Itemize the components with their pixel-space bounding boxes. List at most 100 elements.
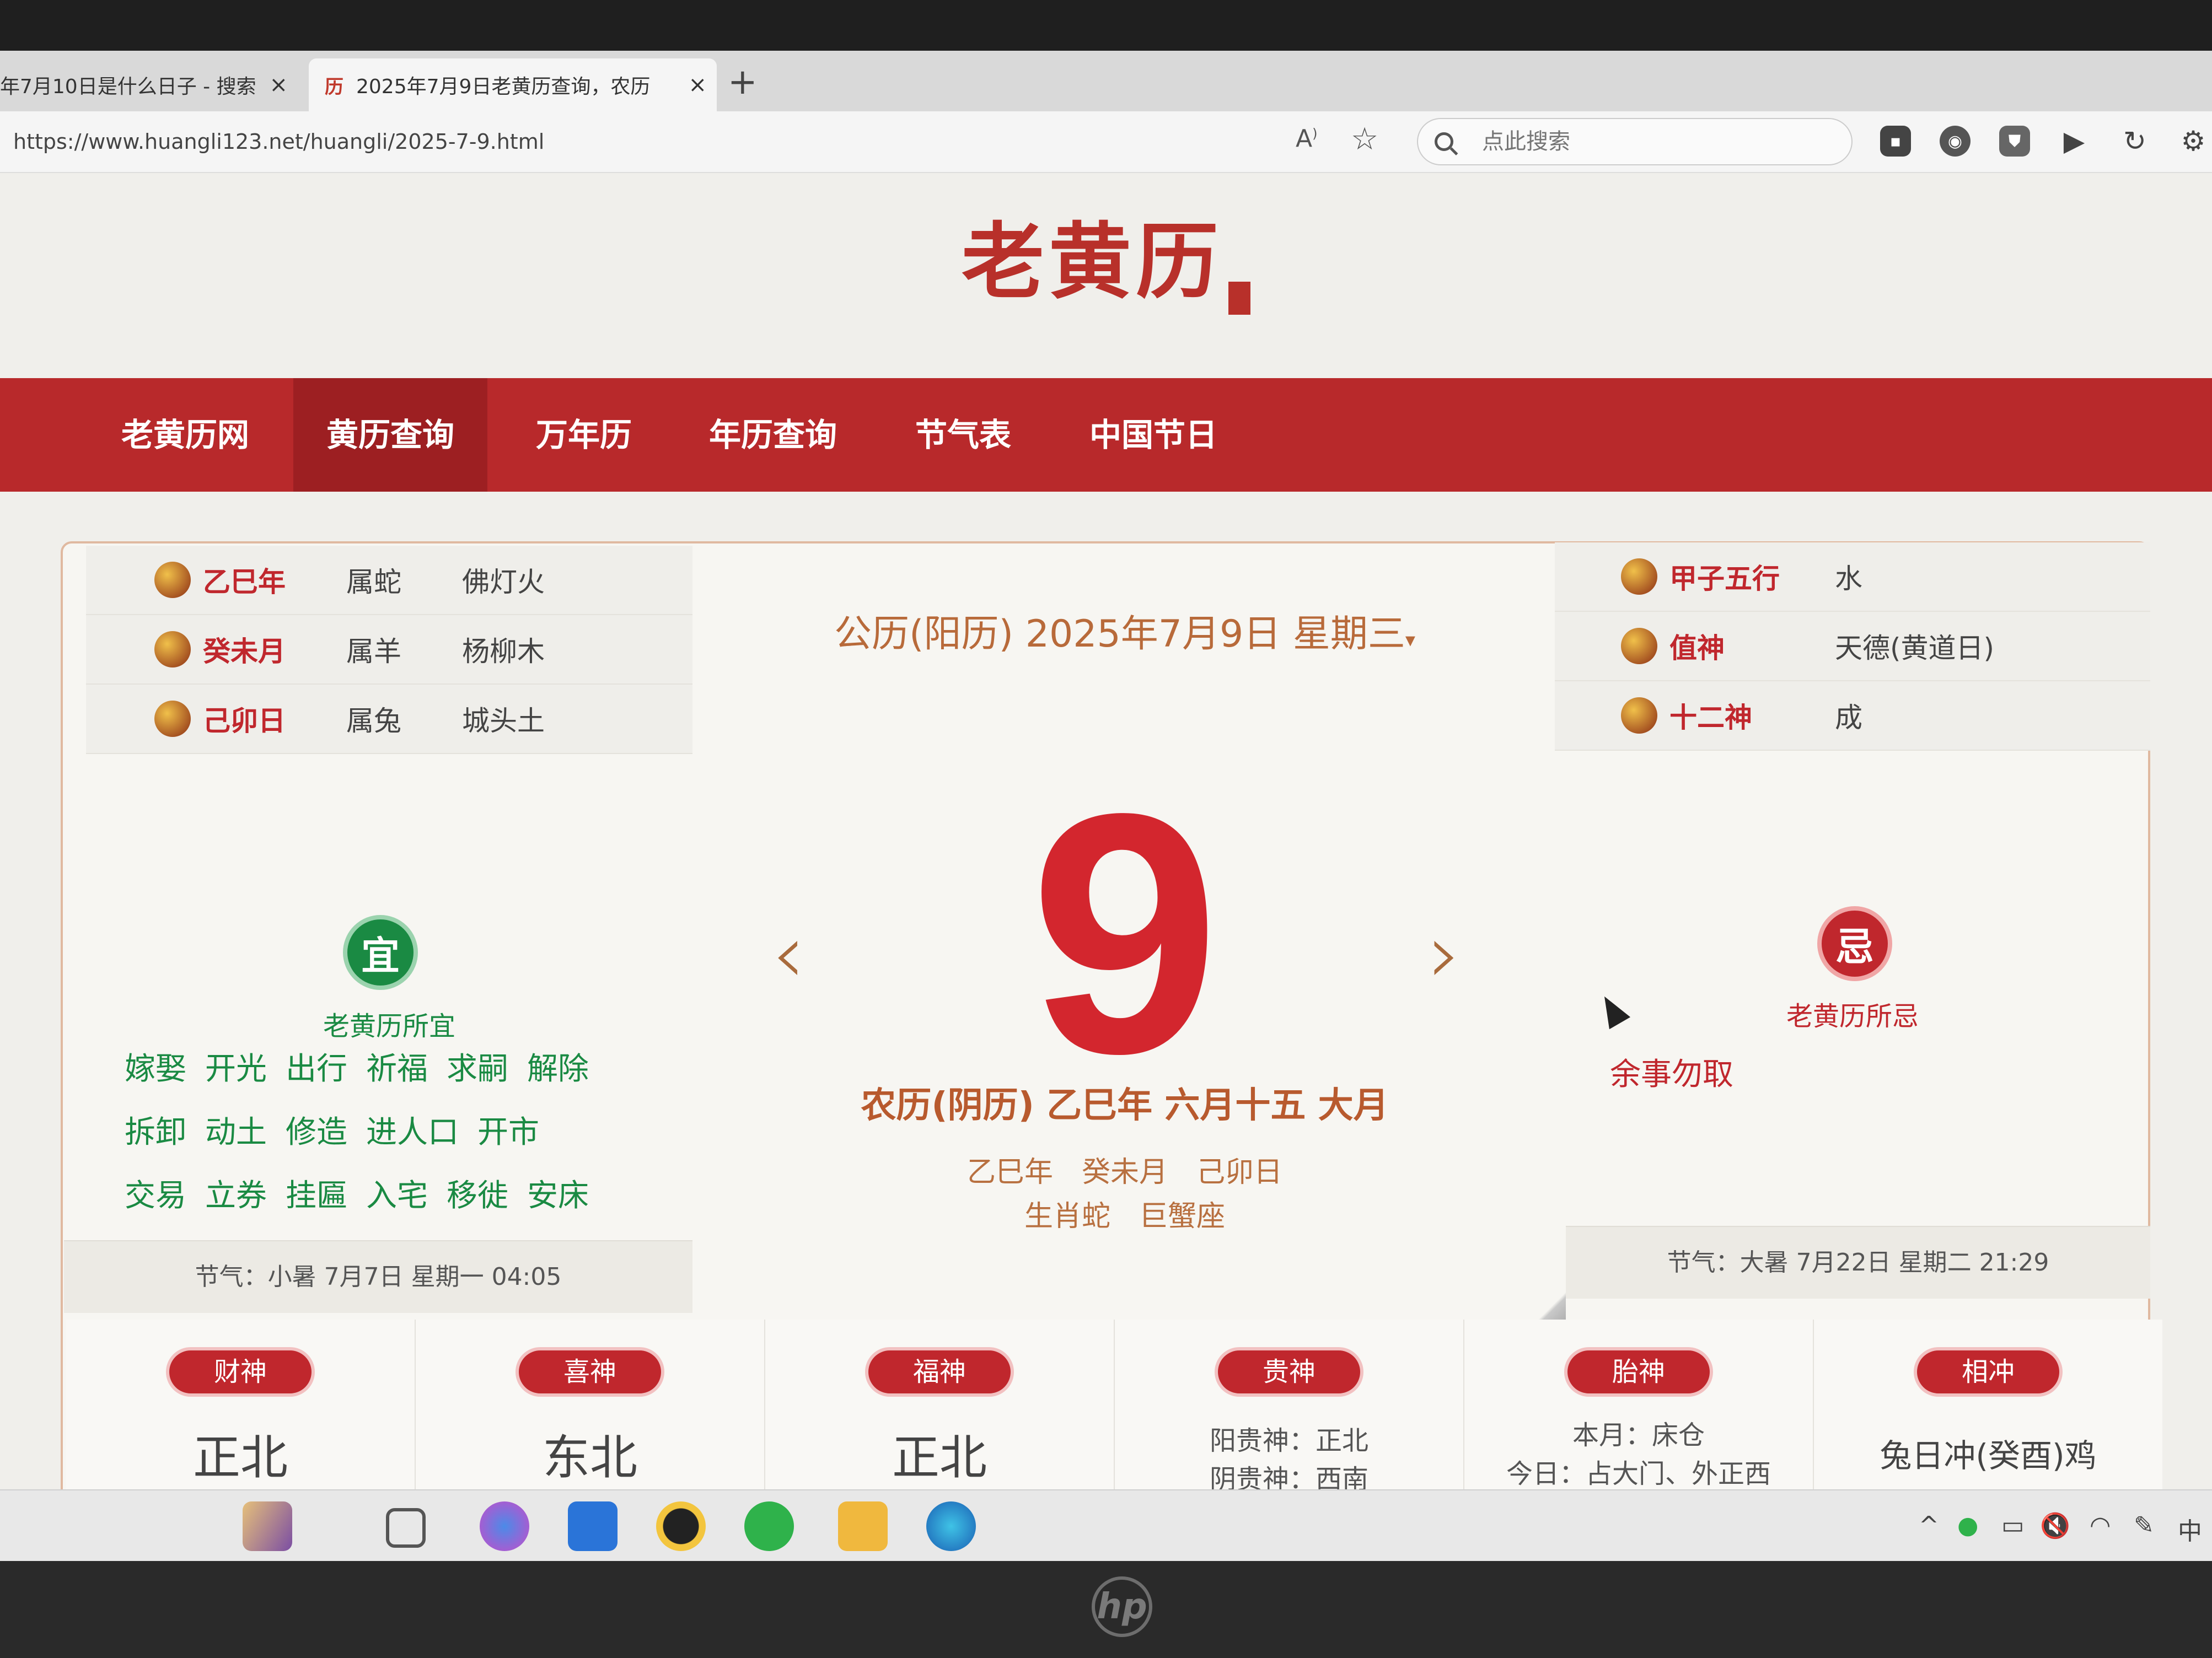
file-explorer-icon[interactable]	[838, 1501, 888, 1551]
god-line: 今日：占大门、外正西	[1506, 1458, 1771, 1489]
app-icon[interactable]	[480, 1501, 529, 1551]
ganzhi-row: 癸未月 属羊 杨柳木	[86, 615, 692, 685]
extension-icon[interactable]: ▪	[1880, 126, 1911, 157]
tray-expand-icon[interactable]: ^	[1919, 1511, 1939, 1539]
search-input[interactable]	[1481, 128, 1814, 155]
info-value: 水	[1835, 563, 1862, 595]
good-item[interactable]: 求嗣	[447, 1044, 508, 1089]
close-icon[interactable]: ×	[688, 72, 707, 98]
wallpaper-widget-icon[interactable]	[243, 1501, 292, 1551]
favorite-star-icon[interactable]: ☆	[1351, 121, 1378, 157]
god-direction: 兔日冲(癸酉)鸡	[1880, 1437, 2097, 1474]
god-label: 财神	[166, 1347, 315, 1397]
tab-bar: 年7月10日是什么日子 - 搜索 × 历 2025年7月9日老黄历查询，农历 ×…	[0, 51, 2212, 111]
gods-directions: 财神 正北 喜神 东北 福神 正北 贵神 阳贵神：正北 阴贵神：西南 胎神 本月…	[66, 1320, 2162, 1518]
volume-muted-icon[interactable]: 🔇	[2040, 1511, 2070, 1540]
info-row: 值神 天德(黄道日)	[1555, 612, 2150, 681]
qq-icon[interactable]	[656, 1501, 706, 1551]
logo-text: 老黄历	[961, 213, 1223, 310]
info-key: 甲子五行	[1669, 563, 1780, 595]
good-item[interactable]: 进人口	[366, 1107, 459, 1152]
good-item[interactable]: 挂匾	[286, 1171, 347, 1215]
search-box[interactable]	[1417, 118, 1853, 165]
next-day-button[interactable]: ›	[1428, 906, 1461, 1002]
day-number: 9	[1029, 743, 1220, 1124]
solar-date: 公历(阳历) 2025年7月9日 星期三	[834, 612, 1405, 656]
settings-icon[interactable]: ⚙	[2178, 125, 2209, 157]
good-item[interactable]: 移徙	[447, 1171, 508, 1215]
good-item[interactable]: 嫁娶	[125, 1044, 186, 1089]
mail-icon[interactable]	[568, 1501, 618, 1551]
god-tai: 胎神 本月：床仓 今日：占大门、外正西	[1464, 1320, 1814, 1518]
god-cai: 财神 正北	[66, 1320, 416, 1518]
god-fu: 福神 正北	[765, 1320, 1115, 1518]
nav-item-nianli[interactable]: 年历查询	[676, 378, 870, 492]
ganzhi-summary: 乙巳年 癸未月 己卯日	[967, 1156, 1282, 1189]
god-xi: 喜神 东北	[416, 1320, 765, 1518]
god-gui: 贵神 阳贵神：正北 阴贵神：西南	[1115, 1320, 1464, 1518]
god-label: 喜神	[516, 1347, 664, 1397]
yinyang-icon	[154, 631, 191, 667]
nav-item-home[interactable]: 老黄历网	[88, 378, 282, 492]
extension-icon[interactable]: ◉	[1940, 126, 1971, 157]
shield-icon[interactable]: ⛊	[1999, 126, 2030, 157]
nayin-text: 城头土	[462, 705, 545, 737]
nav-item-wannianli[interactable]: 万年历	[503, 378, 665, 492]
refresh-icon[interactable]: ↻	[2119, 125, 2150, 157]
tab-title: 2025年7月9日老黄历查询，农历	[356, 76, 651, 98]
good-item[interactable]: 出行	[286, 1044, 347, 1089]
nayin-text: 杨柳木	[462, 636, 545, 667]
hp-logo-icon: hp	[1092, 1576, 1152, 1637]
pen-icon[interactable]: ✎	[2134, 1511, 2154, 1539]
day-ganzhi: 己卯日	[203, 705, 286, 737]
good-item[interactable]: 交易	[125, 1171, 186, 1215]
god-direction: 正北	[892, 1430, 987, 1485]
good-item[interactable]: 立券	[205, 1171, 267, 1215]
address-bar: https://www.huangli123.net/huangli/2025-…	[0, 111, 2212, 173]
good-item[interactable]: 祈福	[366, 1044, 428, 1089]
good-icon: 宜	[343, 915, 418, 990]
task-view-icon[interactable]	[386, 1508, 426, 1548]
ganzhi-row: 己卯日 属兔 城头土	[86, 685, 692, 754]
god-label: 贵神	[1215, 1347, 1363, 1397]
tab-search[interactable]: 年7月10日是什么日子 - 搜索 ×	[0, 58, 298, 111]
input-method-icon[interactable]: 中	[2178, 1511, 2202, 1547]
read-aloud-icon[interactable]: A)	[1296, 125, 1317, 153]
solar-date-selector[interactable]: 公历(阳历) 2025年7月9日 星期三▾	[695, 603, 1555, 658]
web-page: 老黄历 老黄历网 黄历查询 万年历 年历查询 节气表 中国节日 乙巳年 属蛇 佛…	[0, 173, 2212, 1533]
info-value: 成	[1835, 702, 1862, 734]
play-icon[interactable]: ▶	[2059, 125, 2090, 157]
nav-item-jieqi[interactable]: 节气表	[882, 378, 1044, 492]
tray-wechat-icon[interactable]: ●	[1957, 1511, 1978, 1539]
battery-icon[interactable]: ▭	[2001, 1511, 2025, 1539]
good-item[interactable]: 入宅	[366, 1171, 428, 1215]
tab-title: 年7月10日是什么日子 - 搜索	[0, 76, 256, 98]
yinyang-icon	[1621, 558, 1657, 595]
nav-item-festival[interactable]: 中国节日	[1056, 378, 1250, 492]
good-item[interactable]: 安床	[527, 1171, 589, 1215]
god-line: 本月：床仓	[1572, 1420, 1705, 1451]
good-item[interactable]: 修造	[286, 1107, 347, 1152]
zodiac-text: 属蛇	[346, 566, 401, 598]
good-item[interactable]: 动土	[205, 1107, 267, 1152]
wifi-icon[interactable]: ◠	[2090, 1511, 2111, 1539]
wechat-icon[interactable]	[744, 1501, 794, 1551]
site-favicon-icon: 历	[325, 76, 343, 98]
new-tab-button[interactable]: +	[728, 62, 758, 103]
god-direction: 正北	[193, 1430, 288, 1485]
info-row: 甲子五行 水	[1555, 542, 2150, 612]
good-item[interactable]: 开光	[205, 1044, 267, 1089]
close-icon[interactable]: ×	[269, 72, 288, 98]
url-field[interactable]: https://www.huangli123.net/huangli/2025-…	[0, 111, 1389, 172]
good-item[interactable]: 解除	[527, 1044, 589, 1089]
good-title: 老黄历所宜	[323, 1011, 455, 1042]
taskbar: ^ ● ▭ 🔇 ◠ ✎ 中	[0, 1489, 2212, 1561]
tab-huangli[interactable]: 历 2025年7月9日老黄历查询，农历 ×	[309, 58, 717, 111]
good-item[interactable]: 开市	[477, 1107, 539, 1152]
site-logo[interactable]: 老黄历	[0, 195, 2212, 315]
nav-item-huangli[interactable]: 黄历查询	[293, 378, 488, 492]
dropdown-caret-icon[interactable]: ▾	[1405, 629, 1415, 652]
month-ganzhi: 癸未月	[203, 636, 286, 667]
edge-browser-icon[interactable]	[926, 1501, 976, 1551]
good-item[interactable]: 拆卸	[125, 1107, 186, 1152]
